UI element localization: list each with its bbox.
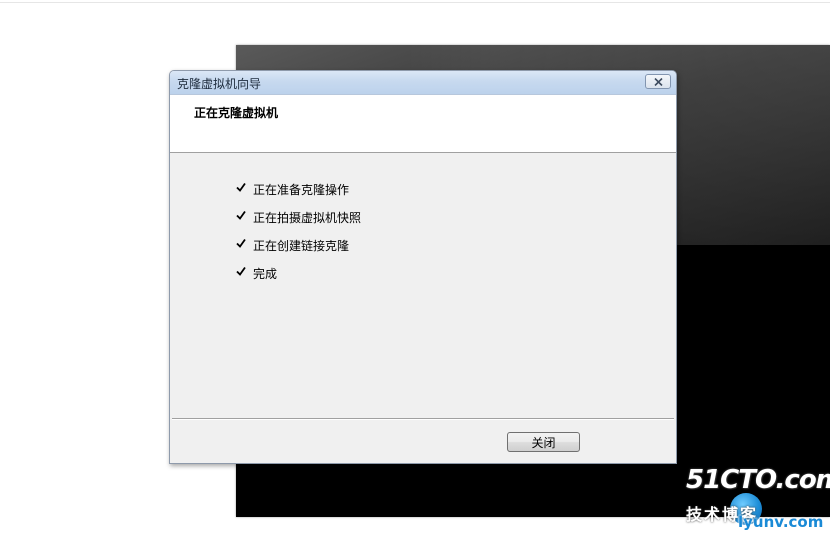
close-button[interactable]: 关闭 <box>507 432 580 452</box>
top-divider <box>0 2 830 3</box>
close-icon <box>654 78 663 86</box>
step-label: 正在准备克隆操作 <box>253 183 350 197</box>
check-icon <box>236 182 246 192</box>
check-icon <box>236 238 246 248</box>
step-label: 完成 <box>253 267 278 281</box>
check-icon <box>236 266 246 276</box>
watermark-domain: lyunv.com <box>738 513 824 531</box>
window-close-button[interactable] <box>645 74 671 89</box>
clone-wizard-dialog: 克隆虚拟机向导 正在克隆虚拟机 正在准备克隆操作 正在拍摄虚拟机快照 正在创建链… <box>169 70 677 464</box>
watermark: 51CTO.com 技术博客 lyunv.com <box>684 465 830 541</box>
step-label: 正在创建链接克隆 <box>253 239 350 253</box>
step-label: 正在拍摄虚拟机快照 <box>253 211 362 225</box>
dialog-titlebar[interactable]: 克隆虚拟机向导 <box>170 71 676 95</box>
footer-divider <box>172 418 674 420</box>
watermark-brand: 51CTO.com <box>686 465 830 495</box>
wizard-heading: 正在克隆虚拟机 <box>194 106 279 120</box>
wizard-header: 正在克隆虚拟机 <box>170 95 676 153</box>
check-icon <box>236 210 246 220</box>
dialog-title: 克隆虚拟机向导 <box>177 77 262 91</box>
